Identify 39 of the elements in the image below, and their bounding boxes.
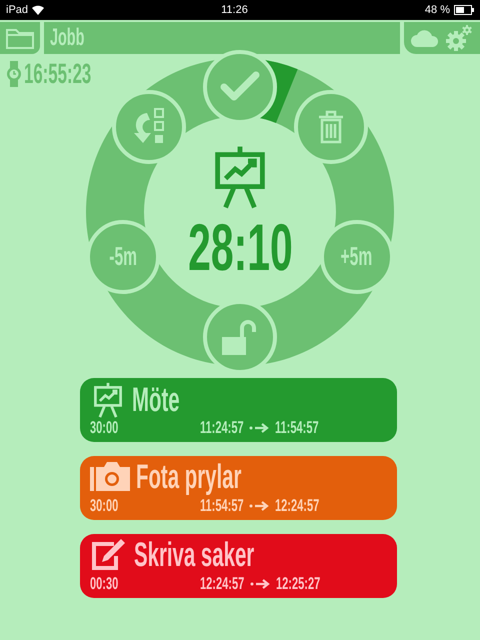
timer: 28:10: [188, 214, 292, 280]
task-card[interactable]: Skriva saker 00:30 12:24:57 12:25:27: [80, 534, 397, 598]
arrow-icon: [249, 423, 272, 433]
button-label: +5m: [340, 241, 372, 272]
task-duration: 30:00: [90, 496, 120, 516]
battery-percent: 48 %: [424, 4, 450, 16]
gear-icon: [445, 25, 473, 51]
cloud-icon: [411, 29, 439, 47]
arrow-icon: [250, 579, 272, 589]
task-duration: 30:00: [90, 418, 120, 438]
end-time: 12:25:27: [276, 574, 320, 594]
trash-icon: [317, 110, 346, 144]
button-label: -5m: [109, 241, 138, 272]
task-card[interactable]: Fota prylar 30:00 11:54:57 12:24:57: [80, 456, 397, 520]
end-time: 12:24:57: [275, 496, 320, 516]
edit-icon: [90, 538, 128, 572]
watch-icon: [6, 61, 22, 87]
task-name: Fota prylar: [136, 460, 242, 494]
task-name: Skriva saker: [134, 538, 254, 572]
status-time: 11:26: [221, 4, 248, 16]
start-time: 12:24:57: [200, 574, 244, 594]
task-card[interactable]: Möte 30:00 11:24:57 11:54:57: [80, 378, 397, 442]
check-icon: [220, 71, 260, 103]
task-name: Möte: [132, 383, 180, 417]
arrow-icon: [249, 501, 272, 511]
camera-icon: [90, 461, 130, 493]
clock-time: 16:55:23: [24, 58, 92, 90]
battery-icon: [454, 5, 474, 15]
folder-icon: [5, 26, 35, 50]
time-adjust-button[interactable]: -5m: [86, 220, 160, 294]
folder-button[interactable]: [0, 22, 40, 54]
wifi-icon: [32, 5, 44, 15]
device-name: iPad: [6, 4, 28, 16]
list-title: Jobb: [50, 24, 84, 52]
start-time: 11:54:57: [200, 496, 244, 516]
start-time: 11:24:57: [200, 418, 244, 438]
sync-settings-button[interactable]: [404, 22, 480, 54]
task-duration: 00:30: [90, 574, 120, 594]
end-time: 11:54:57: [275, 418, 319, 438]
